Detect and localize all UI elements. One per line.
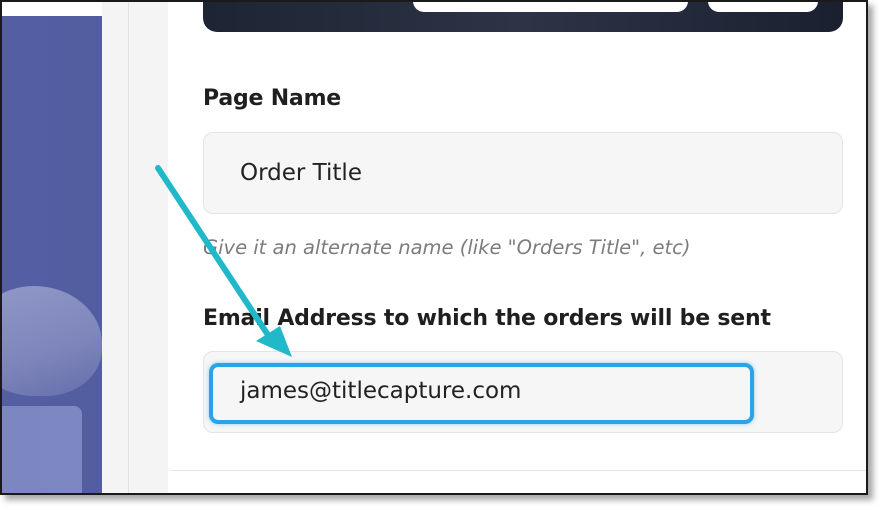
- annotation-arrow-icon: [155, 165, 292, 357]
- screenshot-frame: Page Name Order Title Give it an alterna…: [0, 0, 868, 495]
